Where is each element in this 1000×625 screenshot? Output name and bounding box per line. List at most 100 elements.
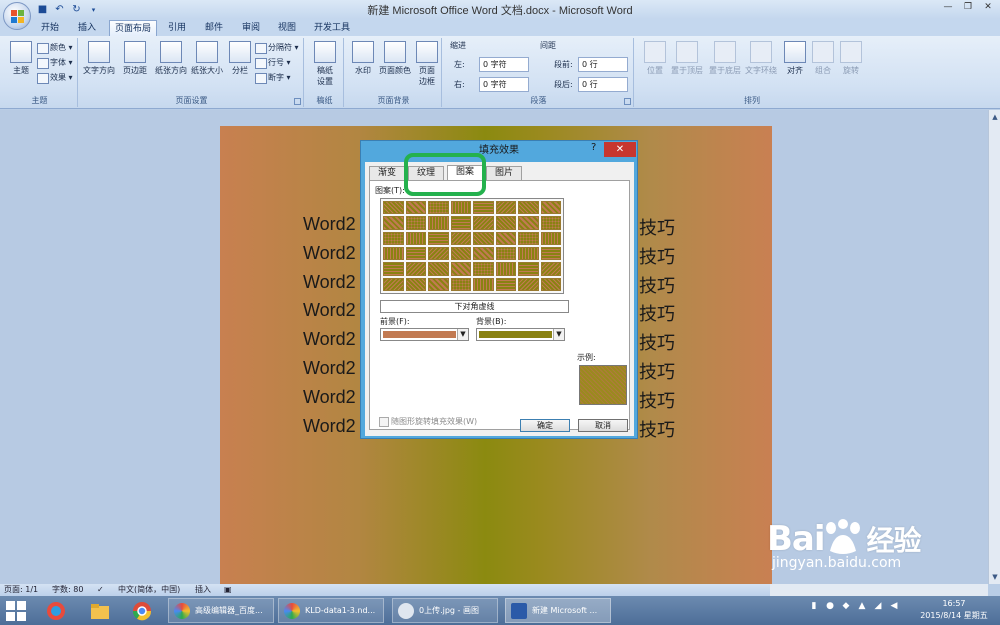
pattern-swatch[interactable] [428, 231, 449, 245]
pattern-swatch[interactable] [518, 216, 539, 230]
send-to-back-button[interactable]: 置于底层 [706, 40, 744, 92]
pattern-swatch[interactable] [495, 262, 516, 276]
status-insert-mode[interactable]: 插入 [195, 584, 211, 596]
pattern-swatch[interactable] [540, 216, 561, 230]
pattern-swatch[interactable] [450, 262, 471, 276]
line-numbers-button[interactable]: 行号 ▾ [254, 56, 291, 69]
pattern-swatch[interactable] [473, 246, 494, 261]
page-color-button[interactable]: 页面颜色 [376, 40, 414, 92]
pattern-swatch[interactable] [450, 216, 471, 230]
pattern-swatch[interactable] [518, 201, 539, 215]
dialog-close-button[interactable]: ✕ [604, 142, 636, 157]
close-window-button[interactable]: ✕ [978, 0, 998, 15]
taskbar-item-kld[interactable]: KLD-data1-3.nd... [278, 598, 384, 623]
pattern-swatch[interactable] [540, 246, 561, 261]
pattern-swatch[interactable] [473, 201, 494, 215]
pattern-swatch[interactable] [428, 246, 449, 261]
background-color-select[interactable]: ▼ [476, 328, 565, 341]
watermark-button[interactable]: 水印 [346, 40, 380, 92]
tab-developer[interactable]: 开发工具 [309, 20, 355, 36]
size-button[interactable]: 纸张大小 [188, 40, 226, 92]
draft-paper-button[interactable]: 稿纸 设置 [308, 40, 342, 92]
pattern-swatch[interactable] [518, 231, 539, 245]
page-setup-launcher-icon[interactable] [294, 98, 301, 105]
pattern-swatch[interactable] [540, 231, 561, 245]
columns-button[interactable]: 分栏 [223, 40, 257, 92]
pattern-swatch[interactable] [383, 262, 404, 276]
pattern-swatch[interactable] [495, 201, 516, 215]
pattern-swatch[interactable] [540, 262, 561, 276]
scroll-down-icon[interactable]: ▼ [990, 572, 1000, 582]
spacing-after-input[interactable]: 0 行 [578, 77, 628, 92]
pattern-swatch[interactable] [405, 231, 426, 245]
chevron-down-icon[interactable]: ▼ [553, 329, 564, 340]
pattern-swatch[interactable] [540, 201, 561, 215]
pattern-swatch[interactable] [495, 277, 516, 291]
pattern-swatch[interactable] [405, 262, 426, 276]
pattern-swatch[interactable] [450, 231, 471, 245]
office-button[interactable] [3, 2, 31, 30]
pattern-swatch[interactable] [405, 277, 426, 291]
margins-button[interactable]: 页边距 [118, 40, 152, 92]
pattern-swatch[interactable] [450, 277, 471, 291]
tab-home[interactable]: 开始 [35, 20, 65, 36]
theme-colors-button[interactable]: 颜色 ▾ [36, 41, 73, 54]
pattern-swatch[interactable] [428, 277, 449, 291]
volume-icon[interactable]: ◀ [888, 600, 900, 612]
pattern-swatch[interactable] [473, 277, 494, 291]
restore-button[interactable]: ❐ [958, 0, 978, 15]
pattern-swatch[interactable] [383, 246, 404, 261]
pattern-swatch[interactable] [473, 262, 494, 276]
tab-insert[interactable]: 插入 [72, 20, 102, 36]
pattern-swatch[interactable] [383, 277, 404, 291]
pattern-swatch[interactable] [473, 231, 494, 245]
pattern-swatch[interactable] [405, 246, 426, 261]
status-language[interactable]: 中文(简体，中国) [118, 584, 180, 596]
tab-page-layout[interactable]: 页面布局 [109, 20, 157, 36]
minimize-button[interactable]: — [938, 0, 958, 15]
pattern-swatch[interactable] [428, 201, 449, 215]
cancel-button[interactable]: 取消 [578, 419, 628, 432]
rotate-button[interactable]: 旋转 [834, 40, 868, 92]
bring-to-front-button[interactable]: 置于顶层 [668, 40, 706, 92]
theme-effects-button[interactable]: 效果 ▾ [36, 71, 73, 84]
pattern-swatch[interactable] [450, 246, 471, 261]
pattern-swatch[interactable] [495, 246, 516, 261]
breaks-button[interactable]: 分隔符 ▾ [254, 41, 299, 54]
chrome-icon[interactable] [124, 598, 160, 623]
vertical-scrollbar[interactable]: ▲ ▼ [988, 110, 1000, 584]
pattern-swatch[interactable] [383, 231, 404, 245]
pattern-swatch[interactable] [518, 246, 539, 261]
ok-button[interactable]: 确定 [520, 419, 570, 432]
battery-icon[interactable]: ▮ [808, 600, 820, 612]
foreground-color-select[interactable]: ▼ [380, 328, 469, 341]
orientation-button[interactable]: 纸张方向 [152, 40, 190, 92]
themes-button[interactable]: 主题 [4, 40, 38, 92]
tab-review[interactable]: 审阅 [237, 20, 265, 36]
taskbar-item-word[interactable]: 新建 Microsoft ... [505, 598, 611, 623]
pattern-swatch[interactable] [383, 216, 404, 230]
horizontal-scrollbar[interactable] [770, 584, 988, 596]
tab-view[interactable]: 视图 [273, 20, 301, 36]
scroll-up-icon[interactable]: ▲ [990, 112, 1000, 122]
pattern-swatch[interactable] [405, 201, 426, 215]
pattern-swatch[interactable] [450, 201, 471, 215]
file-explorer-icon[interactable] [82, 598, 118, 623]
indent-right-input[interactable]: 0 字符 [479, 77, 529, 92]
shield-icon[interactable]: ▲ [856, 600, 868, 612]
theme-fonts-button[interactable]: 字体 ▾ [36, 56, 73, 69]
indent-left-input[interactable]: 0 字符 [479, 57, 529, 72]
taskbar-item-editor[interactable]: 高级编辑器_百度... [168, 598, 274, 623]
spacing-before-input[interactable]: 0 行 [578, 57, 628, 72]
tab-references[interactable]: 引用 [163, 20, 191, 36]
tray-app-icon[interactable]: ● [824, 600, 836, 612]
pattern-swatch[interactable] [383, 201, 404, 215]
pattern-swatch[interactable] [405, 216, 426, 230]
status-word-count[interactable]: 字数: 80 [52, 584, 83, 596]
pattern-swatch[interactable] [428, 262, 449, 276]
network-icon[interactable]: ◢ [872, 600, 884, 612]
text-wrap-button[interactable]: 文字环绕 [742, 40, 780, 92]
pattern-swatch[interactable] [518, 277, 539, 291]
status-page[interactable]: 页面: 1/1 [4, 584, 38, 596]
tab-picture[interactable]: 图片 [486, 166, 522, 180]
